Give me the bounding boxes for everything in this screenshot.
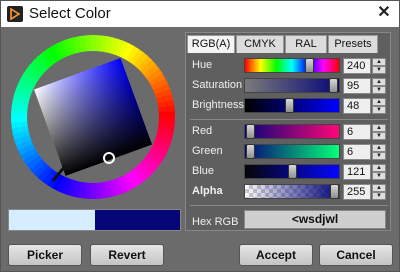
current-color-swatch [95,210,180,230]
blue-value-field[interactable]: 121 [343,164,371,180]
color-preview [8,209,181,231]
hue-value-field[interactable]: 240 [343,58,371,74]
saturation-value-field[interactable]: 95 [343,78,371,94]
saturation-label: Saturation [192,79,243,91]
blue-slider[interactable] [244,164,340,179]
green-value-field[interactable]: 6 [343,144,371,160]
hue-slider-thumb[interactable] [305,58,314,73]
green-slider[interactable] [244,144,340,159]
hue-label: Hue [192,59,213,71]
red-row: Red 6 ▲ ▼ [186,123,392,141]
red-spinner[interactable]: ▲ ▼ [372,124,386,140]
spin-up-icon[interactable]: ▲ [372,184,386,192]
app-icon [7,6,23,22]
alpha-slider-thumb[interactable] [330,184,339,199]
spin-down-icon[interactable]: ▼ [372,132,386,140]
green-label: Green [192,145,223,157]
spin-down-icon[interactable]: ▼ [372,106,386,114]
red-slider[interactable] [244,124,340,139]
accept-button[interactable]: Accept [239,244,313,266]
divider [190,119,388,120]
red-label: Red [192,125,213,137]
spin-up-icon[interactable]: ▲ [372,124,386,132]
hex-input[interactable]: <wsdjwl [244,210,386,229]
spin-up-icon[interactable]: ▲ [372,78,386,86]
tab-ral[interactable]: RAL [285,35,327,53]
brightness-label: Brightness [192,99,244,111]
color-panel: RGB(A) CMYK RAL Presets Hue 240 ▲ ▼ Satur… [185,32,391,231]
dialog-title: Select Color [29,5,111,22]
blue-spinner[interactable]: ▲ ▼ [372,164,386,180]
tab-cmyk[interactable]: CMYK [236,35,284,53]
cancel-button[interactable]: Cancel [319,244,393,266]
brightness-value-field[interactable]: 48 [343,98,371,114]
spin-down-icon[interactable]: ▼ [372,86,386,94]
alpha-spinner[interactable]: ▲ ▼ [372,184,386,200]
tab-rgba[interactable]: RGB(A) [187,35,235,53]
alpha-row: Alpha 255 ▲ ▼ [186,183,392,201]
blue-row: Blue 121 ▲ ▼ [186,163,392,181]
color-dialog: Select Color ✕ RGB(A) CMYK RAL Presets H… [0,0,400,272]
red-slider-thumb[interactable] [246,124,255,139]
hue-spinner[interactable]: ▲ ▼ [372,58,386,74]
green-row: Green 6 ▲ ▼ [186,143,392,161]
hue-row: Hue 240 ▲ ▼ [186,57,392,75]
saturation-slider-thumb[interactable] [329,78,338,93]
blue-slider-thumb[interactable] [288,164,297,179]
close-icon[interactable]: ✕ [375,4,393,22]
title-bar: Select Color ✕ [1,1,399,27]
spin-down-icon[interactable]: ▼ [372,66,386,74]
picker-button[interactable]: Picker [8,244,82,266]
tab-presets[interactable]: Presets [328,35,378,53]
revert-button[interactable]: Revert [90,244,164,266]
spin-down-icon[interactable]: ▼ [372,152,386,160]
spin-up-icon[interactable]: ▲ [372,98,386,106]
brightness-slider-thumb[interactable] [285,98,294,113]
saturation-spinner[interactable]: ▲ ▼ [372,78,386,94]
color-wheel[interactable] [7,31,179,203]
spin-down-icon[interactable]: ▼ [372,192,386,200]
divider [190,205,388,206]
hex-label: Hex RGB [192,216,239,228]
brightness-slider[interactable] [244,98,340,113]
blue-label: Blue [192,165,215,177]
brightness-spinner[interactable]: ▲ ▼ [372,98,386,114]
hue-slider[interactable] [244,58,340,73]
alpha-value-field[interactable]: 255 [343,184,371,200]
brightness-row: Brightness 48 ▲ ▼ [186,97,392,115]
previous-color-swatch[interactable] [9,210,95,230]
saturation-slider[interactable] [244,78,340,93]
spin-up-icon[interactable]: ▲ [372,164,386,172]
green-slider-thumb[interactable] [246,144,255,159]
tab-bar: RGB(A) CMYK RAL Presets [187,35,379,53]
alpha-label: Alpha [192,185,223,197]
saturation-row: Saturation 95 ▲ ▼ [186,77,392,95]
alpha-slider[interactable] [244,184,340,199]
red-value-field[interactable]: 6 [343,124,371,140]
spin-up-icon[interactable]: ▲ [372,58,386,66]
green-spinner[interactable]: ▲ ▼ [372,144,386,160]
spin-down-icon[interactable]: ▼ [372,172,386,180]
spin-up-icon[interactable]: ▲ [372,144,386,152]
